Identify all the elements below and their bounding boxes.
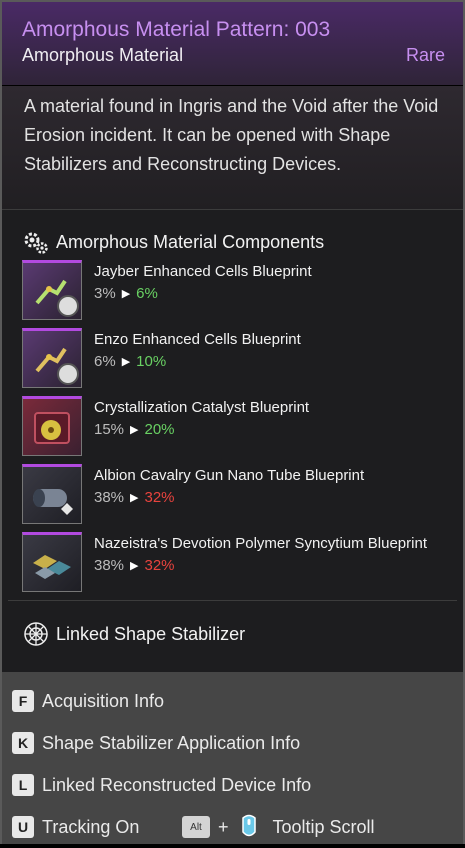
pilot-portrait-icon	[57, 363, 79, 385]
to-percent: 32%	[144, 557, 175, 574]
linked-title: Linked Shape Stabilizer	[56, 623, 246, 644]
keybind-footer: F Acquisition Info K Shape Stabilizer Ap…	[2, 672, 463, 844]
list-item[interactable]: Nazeistra's Devotion Polymer Syncytium B…	[22, 532, 463, 592]
component-name: Crystallization Catalyst Blueprint	[94, 399, 310, 416]
arrow-right-icon: ▶	[130, 424, 139, 436]
key-cap: K	[12, 732, 34, 754]
scroll-label: Tooltip Scroll	[272, 816, 375, 837]
arrow-right-icon: ▶	[130, 492, 139, 504]
polymer-blocks-icon	[33, 555, 71, 579]
component-name: Albion Cavalry Gun Nano Tube Blueprint	[94, 467, 365, 484]
item-description: A material found in Ingris and the Void …	[2, 86, 463, 210]
blueprint-thumbnail	[22, 260, 82, 320]
linked-stabilizer-heading: Linked Shape Stabilizer	[2, 601, 463, 655]
from-percent: 3%	[94, 285, 116, 302]
component-name: Nazeistra's Devotion Polymer Syncytium B…	[94, 535, 427, 552]
plus-sign: +	[218, 816, 229, 837]
web-icon	[24, 622, 48, 646]
keybind-row[interactable]: F Acquisition Info	[12, 680, 463, 722]
list-item[interactable]: Albion Cavalry Gun Nano Tube Blueprint 3…	[22, 464, 463, 524]
keybind-label: Shape Stabilizer Application Info	[42, 732, 301, 753]
key-cap: U	[12, 816, 34, 838]
tracking-label: Tracking On	[42, 816, 140, 837]
keybind-label: Linked Reconstructed Device Info	[42, 774, 312, 795]
keybind-row[interactable]: U Tracking On Alt + Tooltip Scroll	[12, 806, 463, 848]
from-percent: 6%	[94, 353, 116, 370]
catalyst-disc-icon	[34, 412, 70, 444]
component-name: Enzo Enhanced Cells Blueprint	[94, 331, 301, 348]
to-percent: 6%	[136, 285, 158, 302]
nano-tube-icon	[33, 489, 73, 515]
mouse-scroll-icon	[241, 814, 256, 837]
blueprint-thumbnail	[22, 464, 82, 524]
from-percent: 38%	[94, 489, 125, 506]
key-cap: F	[12, 690, 34, 712]
keybind-row[interactable]: L Linked Reconstructed Device Info	[12, 764, 463, 806]
tooltip-header: Amorphous Material Pattern: 003 Amorphou…	[2, 2, 463, 86]
gears-icon	[24, 232, 48, 254]
rarity-label: Rare	[405, 45, 445, 65]
alt-key-cap: Alt	[182, 816, 210, 838]
component-name: Jayber Enhanced Cells Blueprint	[94, 263, 312, 280]
to-percent: 20%	[144, 421, 175, 438]
keybind-row[interactable]: K Shape Stabilizer Application Info	[12, 722, 463, 764]
item-type: Amorphous Material	[22, 45, 184, 65]
keybind-label: Acquisition Info	[42, 690, 165, 711]
list-item[interactable]: Enzo Enhanced Cells Blueprint 6% ▶ 10%	[22, 328, 463, 388]
components-title: Amorphous Material Components	[56, 231, 325, 252]
components-heading: Amorphous Material Components	[2, 210, 463, 260]
blueprint-thumbnail	[22, 396, 82, 456]
to-percent: 10%	[136, 353, 167, 370]
list-item[interactable]: Crystallization Catalyst Blueprint 15% ▶…	[22, 396, 463, 456]
arrow-right-icon: ▶	[130, 560, 139, 572]
arrow-right-icon: ▶	[121, 288, 131, 300]
key-cap: L	[12, 774, 34, 796]
blueprint-thumbnail	[22, 532, 82, 592]
arrow-right-icon: ▶	[121, 356, 131, 368]
item-title: Amorphous Material Pattern: 003	[22, 18, 331, 41]
component-list: Jayber Enhanced Cells Blueprint 3% ▶ 6% …	[2, 260, 463, 592]
from-percent: 38%	[94, 557, 125, 574]
blueprint-thumbnail	[22, 328, 82, 388]
list-item[interactable]: Jayber Enhanced Cells Blueprint 3% ▶ 6%	[22, 260, 463, 320]
item-tooltip: Amorphous Material Pattern: 003 Amorphou…	[0, 0, 465, 844]
pilot-portrait-icon	[57, 295, 79, 317]
from-percent: 15%	[94, 421, 125, 438]
to-percent: 32%	[144, 489, 175, 506]
